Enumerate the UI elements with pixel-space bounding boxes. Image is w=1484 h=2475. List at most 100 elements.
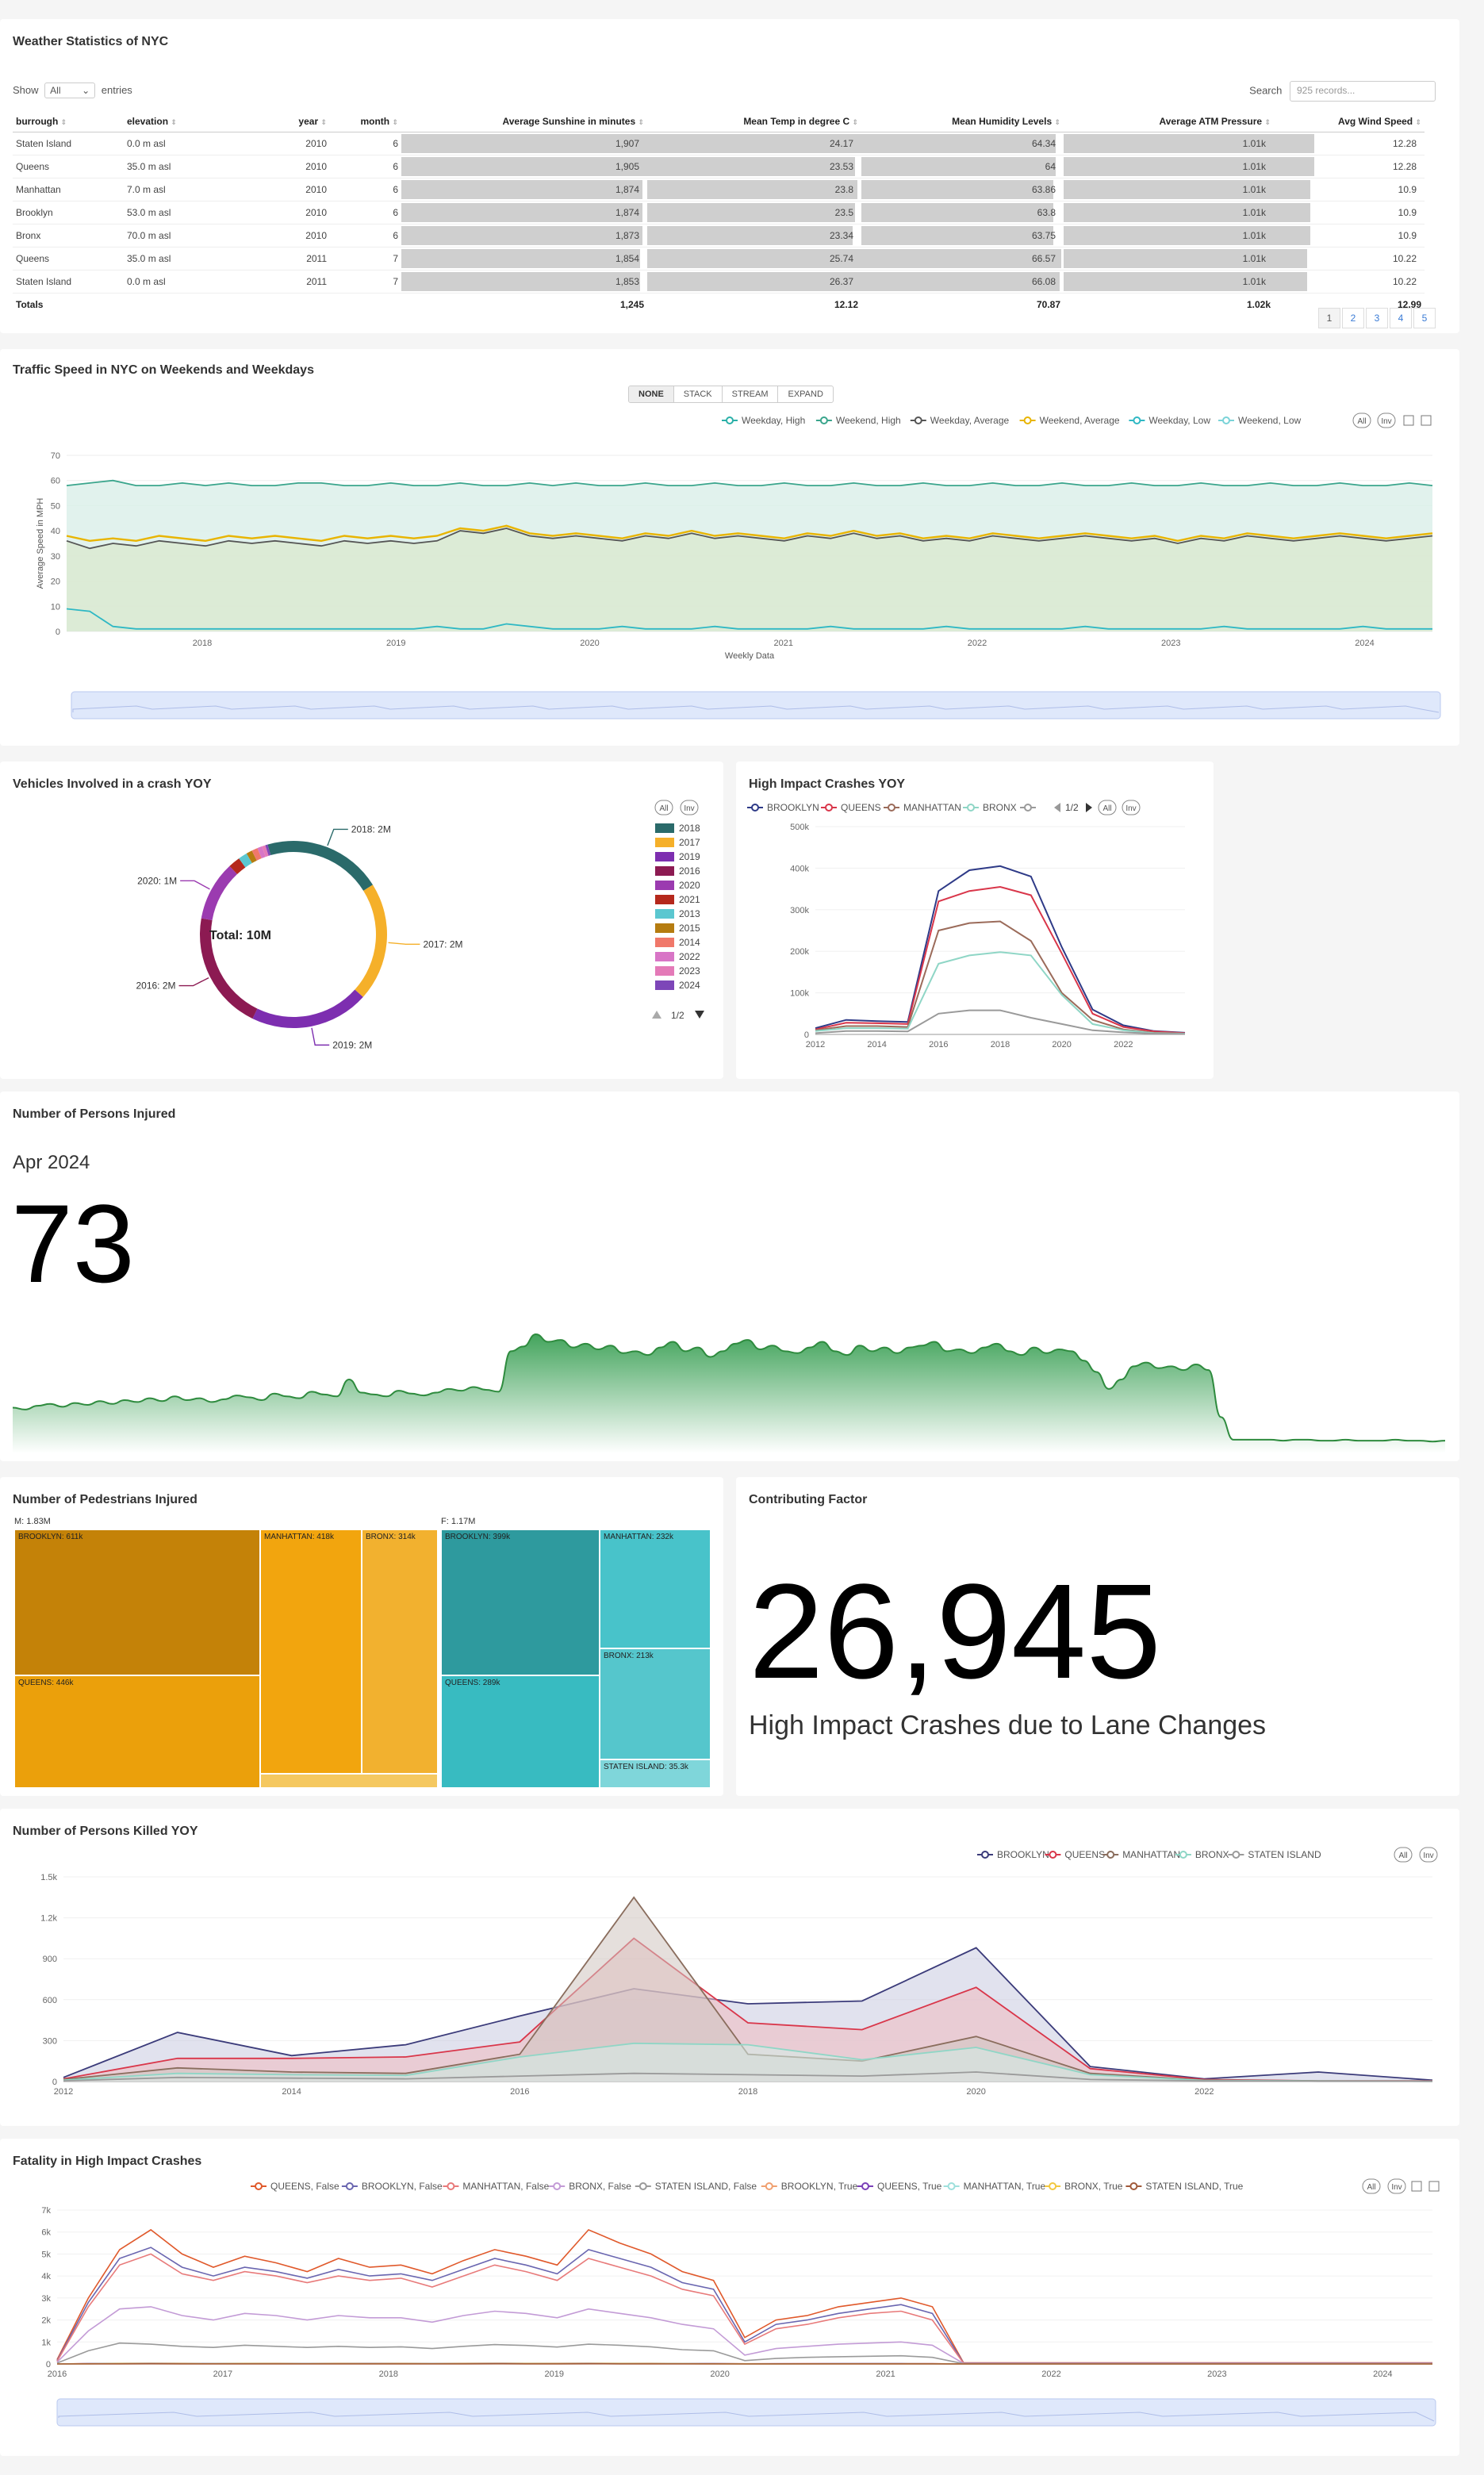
table-cell (124, 294, 259, 316)
treemap-cell[interactable]: MANHATTAN: 418k (260, 1529, 362, 1774)
legend-item: 2017 (679, 837, 700, 848)
contributing-subtitle: High Impact Crashes due to Lane Changes (749, 1710, 1267, 1740)
x-tick-label: 2022 (1041, 2369, 1060, 2379)
y-tick-label: 5k (41, 2250, 51, 2259)
cell-value: 24.17 (829, 138, 853, 149)
treemap-cell-label: BROOKLYN: 399k (445, 1533, 511, 1541)
table-cell: Queens (13, 247, 124, 271)
search-input[interactable]: 925 records... (1290, 81, 1436, 102)
x-tick-label: 2014 (867, 1040, 886, 1049)
table-cell-bar: 1,874 (401, 201, 647, 224)
x-tick-label: 2023 (1161, 639, 1180, 648)
column-header[interactable]: Average ATM Pressure ⇕ (1064, 111, 1274, 132)
x-tick-label: 2016 (929, 1040, 948, 1049)
y-axis-label: Average Speed in MPH (36, 498, 45, 589)
table-cell-bar: 25.74 (647, 247, 861, 271)
cell-value: 1.01k (1242, 207, 1266, 218)
y-tick-label: 20 (51, 578, 60, 587)
column-header[interactable]: Mean Humidity Levels ⇕ (861, 111, 1064, 132)
column-header[interactable]: Mean Temp in degree C ⇕ (647, 111, 861, 132)
x-tick-label: 2014 (282, 2087, 301, 2097)
donut-label-line (180, 880, 210, 890)
treemap-f-label: F: 1.17M (441, 1517, 476, 1526)
table-cell: 70.0 m asl (124, 224, 259, 248)
column-header[interactable]: year ⇕ (259, 111, 330, 132)
column-header[interactable]: elevation ⇕ (124, 111, 259, 132)
table-row[interactable]: Staten Island 0.0 m asl 2011 7 1,853 26.37 66.… (13, 270, 1425, 294)
table-cell-bar: 66.08 (861, 270, 1064, 294)
legend-item: BRONX (983, 802, 1017, 813)
cell-value: 1.01k (1242, 230, 1266, 241)
treemap-cell-label: QUEENS: 446k (18, 1679, 74, 1687)
column-header[interactable]: month ⇕ (330, 111, 401, 132)
legend-item: BROOKLYN, False (362, 2181, 443, 2192)
treemap-cell[interactable] (260, 1774, 438, 1788)
table-row[interactable]: Bronx 70.0 m asl 2010 6 1,873 23.34 63.75 1.01k… (13, 224, 1425, 248)
treemap-cell[interactable]: BROOKLYN: 611k (14, 1529, 260, 1675)
legend-marker (947, 2182, 956, 2190)
treemap-cell[interactable]: QUEENS: 289k (441, 1675, 600, 1788)
legend-marker (638, 2182, 647, 2190)
totals-row: Totals 1,245 12.12 70.87 1.02k 12.99 (13, 294, 1425, 316)
treemap-cell[interactable]: QUEENS: 446k (14, 1675, 260, 1788)
page-button[interactable]: 3 (1366, 308, 1388, 328)
column-header[interactable]: Avg Wind Speed ⇕ (1274, 111, 1425, 132)
column-header[interactable]: Average Sunshine in minutes ⇕ (401, 111, 647, 132)
treemap-cell[interactable]: BRONX: 213k (600, 1648, 711, 1759)
page-button[interactable]: 4 (1390, 308, 1412, 328)
table-row[interactable]: Queens 35.0 m asl 2011 7 1,854 25.74 66.57 1.01… (13, 247, 1425, 271)
table-cell-bar: 64.34 (861, 132, 1064, 155)
treemap-cell-label: MANHATTAN: 232k (604, 1533, 673, 1541)
table-row[interactable]: Staten Island 0.0 m asl 2010 6 1,907 24.17 64.… (13, 132, 1425, 155)
y-tick-label: 400k (790, 864, 809, 873)
legend-item: Weekend, Average (1040, 415, 1120, 426)
table-cell: 35.0 m asl (124, 247, 259, 271)
legend-toggle-label: All (1102, 804, 1111, 813)
legend-swatch (655, 938, 674, 947)
table-row[interactable]: Brooklyn 53.0 m asl 2010 6 1,874 23.5 63.8 1.01… (13, 201, 1425, 224)
legend-item: Weekday, Low (1148, 415, 1210, 426)
page-button[interactable]: 1 (1318, 308, 1340, 328)
chevron-down-icon: ⌄ (82, 85, 90, 96)
cell-value: 63.75 (1031, 230, 1056, 241)
treemap-cell[interactable]: STATEN ISLAND: 35.3k (600, 1759, 711, 1788)
table-row[interactable]: Manhattan 7.0 m asl 2010 6 1,874 23.8 63.86 1.0… (13, 178, 1425, 201)
table-cell-bar: 1,905 (401, 155, 647, 178)
page-button[interactable]: 5 (1413, 308, 1436, 328)
table-cell: 6 (330, 201, 401, 224)
contributing-title: Contributing Factor (749, 1493, 868, 1506)
table-cell-bar: 1.01k (1064, 155, 1274, 178)
table-cell: Queens (13, 155, 124, 178)
legend-marker (967, 804, 975, 812)
y-tick-label: 6k (41, 2228, 51, 2238)
table-cell-bar: 10.9 (1274, 224, 1425, 248)
table-cell-bar: 1,853 (401, 270, 647, 294)
table-cell-bar: 1,874 (401, 178, 647, 201)
legend-marker (447, 2182, 455, 2190)
column-header[interactable]: burrough ⇕ (13, 111, 124, 132)
treemap-cell[interactable]: BROOKLYN: 399k (441, 1529, 600, 1675)
cell-value: 63.86 (1031, 184, 1056, 195)
fatality-card: Fatality in High Impact Crashes QUEENS, … (0, 2139, 1459, 2456)
series-line-0 (56, 2228, 1432, 2364)
cell-value: 1,905 (615, 161, 639, 172)
entries-select[interactable]: All ⌄ (44, 82, 96, 98)
cell-value: 1,873 (615, 230, 639, 241)
y-tick-label: 3k (41, 2294, 51, 2304)
contributing-value: 26,945 (749, 1556, 1161, 1707)
x-tick-label: 2020 (710, 2369, 729, 2379)
legend-item: Weekend, High (836, 415, 901, 426)
table-cell: 0.0 m asl (124, 132, 259, 155)
treemap-cell[interactable]: BRONX: 314k (362, 1529, 438, 1774)
treemap-cell[interactable]: MANHATTAN: 232k (600, 1529, 711, 1648)
x-tick-label: 2012 (806, 1040, 825, 1049)
table-cell-bar: 1.01k (1064, 247, 1274, 271)
legend-item: 2023 (679, 965, 700, 977)
table-cell: 7 (330, 270, 401, 294)
table-row[interactable]: Queens 35.0 m asl 2010 6 1,905 23.53 64 1.01k 12… (13, 155, 1425, 178)
table-cell (330, 294, 401, 316)
table-cell-bar: 23.5 (647, 201, 861, 224)
table-cell-bar: 1.01k (1064, 201, 1274, 224)
page-button[interactable]: 2 (1342, 308, 1364, 328)
table-cell-bar: 24.17 (647, 132, 861, 155)
